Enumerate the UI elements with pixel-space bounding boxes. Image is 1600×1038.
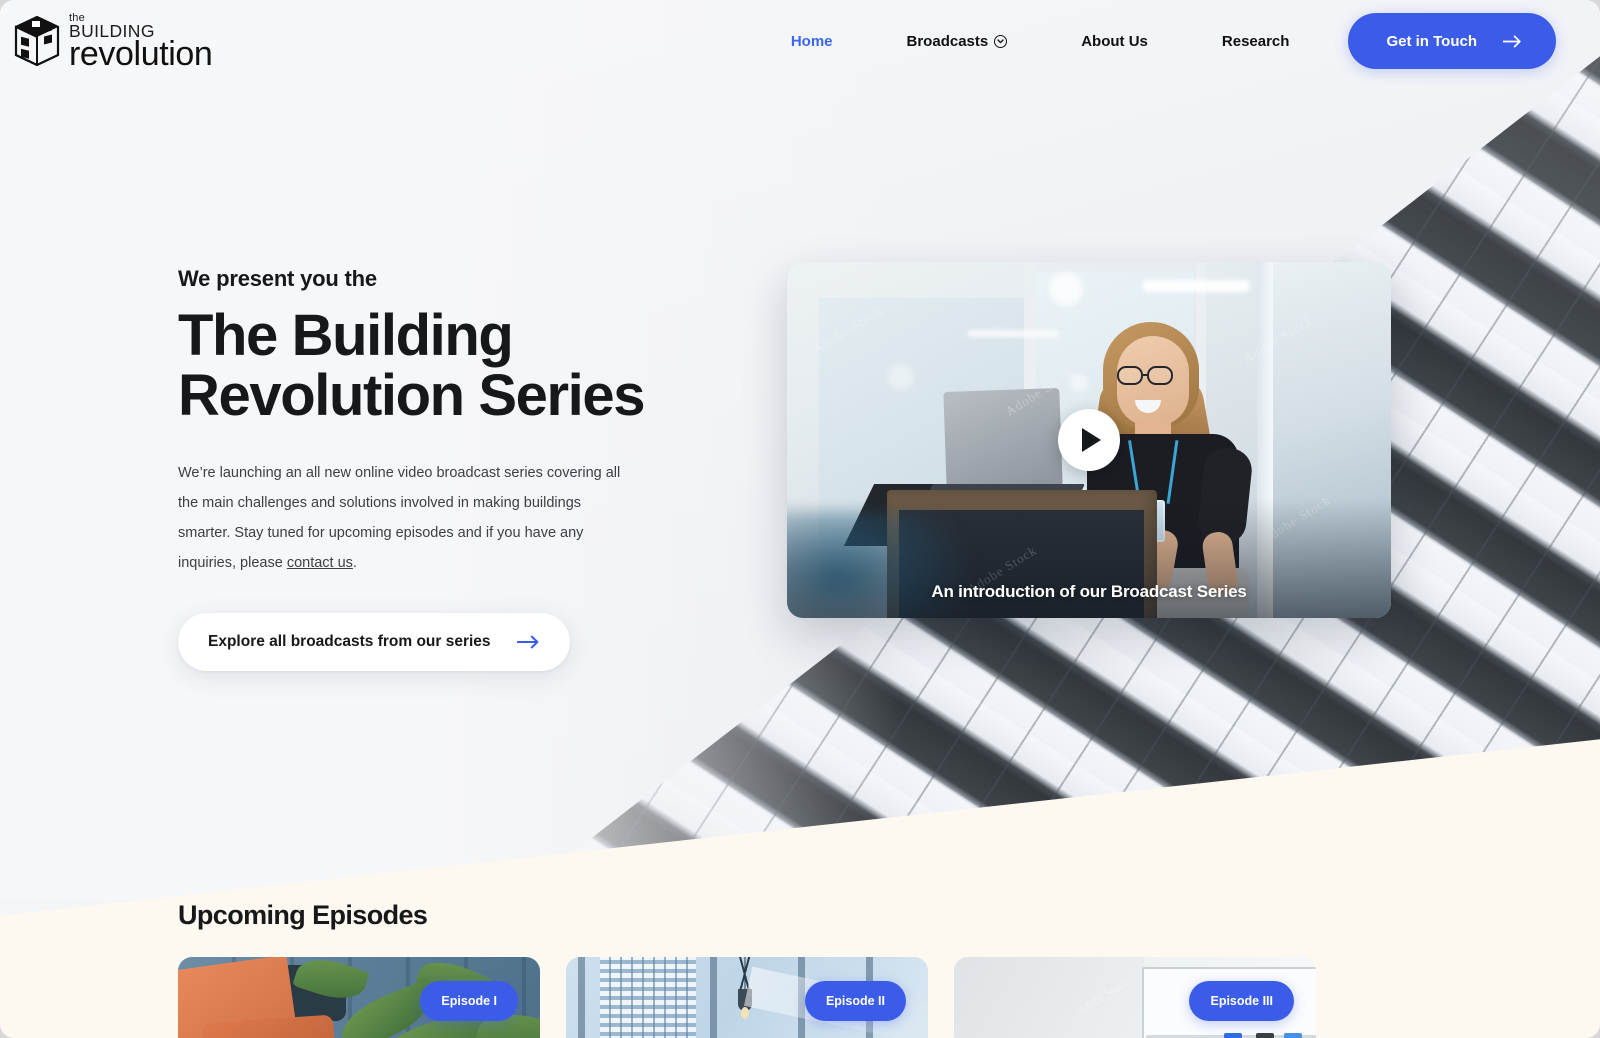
nav-item-home[interactable]: Home [754,33,870,50]
episode-badge[interactable]: Episode I [420,981,518,1021]
episode-card-grid: Episode I Episode II Adobe Stock Episode… [178,957,1600,1038]
explore-broadcasts-button[interactable]: Explore all broadcasts from our series [178,612,570,671]
upcoming-episodes-section: Upcoming Episodes Episode I Episode II A… [0,900,1600,1038]
play-icon [1082,428,1101,452]
site-logo[interactable]: the BUILDING revolution [14,11,213,74]
video-caption: An introduction of our Broadcast Series [931,582,1247,601]
episode-card[interactable]: Episode II [566,957,928,1038]
logo-revolution-text: revolution [69,35,213,74]
hero-title-line-2: Revolution Series [178,362,646,428]
nav-item-home-label: Home [790,32,833,50]
chevron-down-circle-icon [994,34,1008,48]
nav-item-broadcasts[interactable]: Broadcasts [870,33,1045,50]
episode-card[interactable]: Adobe Stock Episode III [954,957,1316,1038]
episode-badge[interactable]: Episode II [804,981,906,1021]
nav-item-about-us-label: About Us [1081,32,1148,50]
building-logo-icon [14,16,60,66]
page-root: the BUILDING revolution Home Broadcasts … [0,0,1600,1038]
explore-broadcasts-label: Explore all broadcasts from our series [208,632,491,650]
intro-video-card[interactable]: Adobe Stock Adobe Stock Adobe Stock Adob… [787,262,1391,618]
hero-title: The Building Revolution Series [178,306,818,425]
hero-paragraph: We’re launching an all new online video … [178,459,630,578]
nav-item-about-us[interactable]: About Us [1044,33,1185,50]
arrow-right-icon [516,635,540,649]
hero-paragraph-period: . [352,555,357,572]
contact-us-link[interactable]: contact us [287,555,353,571]
episode-badge[interactable]: Episode III [1189,981,1294,1021]
nav-item-broadcasts-label: Broadcasts [906,32,989,50]
hero-text-block: We present you the The Building Revoluti… [178,266,818,671]
get-in-touch-label: Get in Touch [1386,32,1477,50]
navbar: the BUILDING revolution Home Broadcasts … [0,0,1600,82]
nav-item-research-label: Research [1221,32,1290,50]
hero-eyebrow: We present you the [178,266,377,291]
arrow-right-icon [1503,35,1522,48]
section-title-upcoming-episodes: Upcoming Episodes [178,900,428,930]
episode-card[interactable]: Episode I [178,957,540,1038]
hero-title-line-1: The Building [178,303,514,368]
hero-paragraph-text: We’re launching an all new online video … [178,465,621,572]
play-button[interactable] [1058,409,1120,471]
nav-links: Home Broadcasts About Us Research Get in… [754,13,1600,69]
nav-item-research[interactable]: Research [1185,33,1327,50]
get-in-touch-button[interactable]: Get in Touch [1348,13,1556,69]
